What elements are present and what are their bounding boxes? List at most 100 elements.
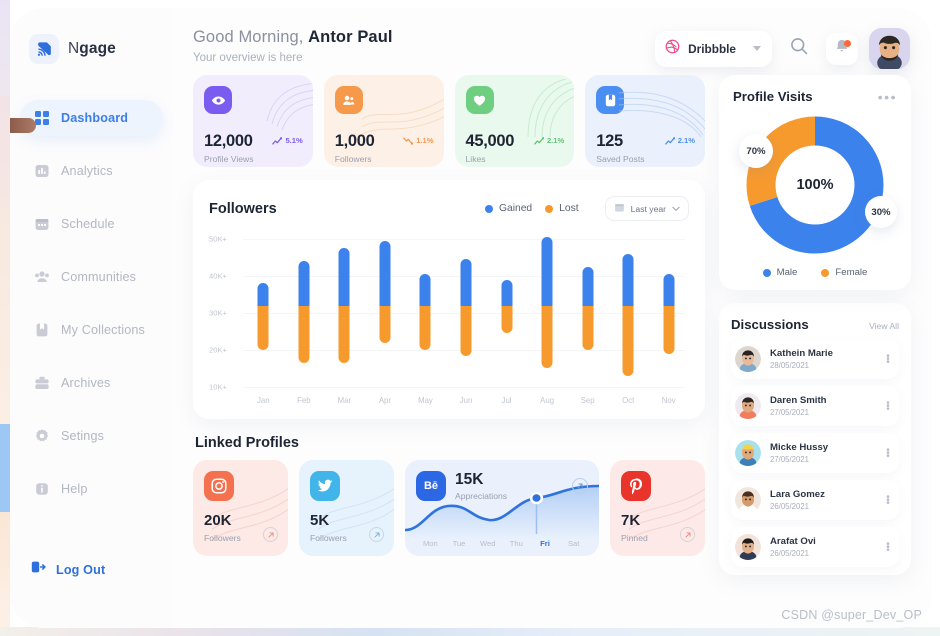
linked-profile-card-pinterest[interactable]: 7K Pinned [610, 460, 705, 556]
stat-card-followers[interactable]: 1,000 Followers 1.1% [323, 75, 444, 167]
chart-bar-gained [541, 237, 553, 306]
legend-item-female: Female [821, 267, 867, 278]
top-bar-actions: Dribbble [655, 28, 910, 69]
sidebar-item-communities[interactable]: Communities [20, 259, 163, 295]
list-item[interactable]: Arafat Ovi 26/05/2021 • • • [731, 527, 899, 567]
linked-profile-label: Followers [204, 533, 241, 543]
chart-bar[interactable] [419, 274, 431, 350]
more-vertical-icon[interactable]: • • • [883, 492, 893, 508]
chart-bar[interactable] [338, 248, 350, 363]
page-edge-blue [0, 424, 10, 512]
avatar[interactable] [869, 28, 910, 69]
linked-profiles-row: 20K Followers 5K Followers Bē 15K Apprec… [193, 460, 705, 556]
chart-bar[interactable] [541, 237, 553, 369]
brand-selector-dropdown[interactable]: Dribbble [655, 30, 772, 67]
chart-bar[interactable] [460, 259, 472, 356]
chart-bar-gained [338, 248, 350, 306]
list-item-text: Arafat Ovi 26/05/2021 [770, 536, 816, 558]
info-icon [34, 481, 50, 497]
more-vertical-icon[interactable]: • • • [883, 539, 893, 555]
sidebar-item-schedule[interactable]: Schedule [20, 206, 163, 242]
chart-bar[interactable] [622, 253, 634, 376]
discussion-person-name: Daren Smith [770, 395, 827, 406]
greeting-block: Good Morning, Antor Paul Your overview i… [193, 28, 393, 64]
stat-delta: 2.1% [534, 136, 564, 145]
discussion-person-name: Kathein Marie [770, 348, 833, 359]
open-arrow-icon[interactable] [680, 527, 695, 542]
sidebar-item-label: Analytics [61, 164, 113, 178]
legend-label: Lost [559, 203, 579, 214]
chart-bar-lost [582, 305, 594, 350]
list-item[interactable]: Micke Hussy 27/05/2021 • • • [731, 433, 899, 473]
discussion-person-name: Arafat Ovi [770, 536, 816, 547]
stat-label: Likes [465, 154, 486, 164]
linked-profile-card-instagram[interactable]: 20K Followers [193, 460, 288, 556]
chart-title: Followers [209, 200, 277, 217]
x-tick-label: Apr [378, 396, 391, 405]
more-vertical-icon[interactable]: • • • [883, 351, 893, 367]
chevron-down-icon [753, 46, 761, 51]
sidebar-item-dashboard[interactable]: Dashboard [20, 100, 163, 136]
sidebar-item-archives[interactable]: Archives [20, 365, 163, 401]
linked-profile-card-twitter[interactable]: 5K Followers [299, 460, 394, 556]
chart-bar[interactable] [257, 283, 269, 350]
search-button[interactable] [783, 33, 815, 65]
open-arrow-icon[interactable] [572, 478, 588, 494]
list-item[interactable]: Daren Smith 27/05/2021 • • • [731, 386, 899, 426]
chart-bar[interactable] [582, 266, 594, 350]
more-vertical-icon[interactable]: • • • [883, 398, 893, 414]
chart-bar-lost [460, 305, 472, 356]
chart-bar-lost [419, 305, 431, 350]
view-all-link[interactable]: View All [869, 321, 899, 331]
y-tick-label: 30K+ [209, 308, 227, 318]
right-column: Profile Visits ••• 100% 70% 30% Male Fem… [719, 75, 911, 575]
followers-chart-card: Followers Gained Lost Last year 50K+ 40K… [193, 180, 705, 419]
chart-bar-column [486, 235, 527, 387]
notifications-button[interactable] [826, 32, 858, 65]
open-arrow-icon[interactable] [263, 527, 278, 542]
linked-profile-card-behance[interactable]: Bē 15K Appreciations Mon Tue Wed Thu Fri… [405, 460, 599, 556]
sidebar-item-label: Setings [61, 429, 105, 443]
sidebar-item-settings[interactable]: Setings [20, 418, 163, 454]
chart-bar[interactable] [663, 274, 675, 354]
mouse-cursor-pointer [10, 118, 36, 133]
trend-down-icon [403, 136, 414, 145]
sidebar-item-my-collections[interactable]: My Collections [20, 312, 163, 348]
logout-button[interactable]: Log Out [30, 559, 105, 580]
more-horizontal-icon[interactable]: ••• [878, 90, 897, 104]
grid-icon [34, 110, 50, 126]
date-range-dropdown[interactable]: Last year [604, 196, 689, 221]
discussions-list: Kathein Marie 28/05/2021 • • • Daren Smith 27/… [731, 339, 899, 567]
page-bottom-strip [0, 627, 940, 636]
stat-card-likes[interactable]: 45,000 Likes 2.1% [454, 75, 575, 167]
chart-bar[interactable] [298, 261, 310, 363]
behance-day-axis: Mon Tue Wed Thu Fri Sat [416, 539, 588, 548]
list-item[interactable]: Lara Gomez 26/05/2021 • • • [731, 480, 899, 520]
chart-bar[interactable] [379, 240, 391, 343]
chart-bar-column [527, 235, 568, 387]
stat-label: Saved Posts [596, 154, 645, 164]
notification-badge [843, 40, 851, 47]
legend-swatch [821, 268, 830, 277]
discussion-date: 27/05/2021 [770, 408, 810, 417]
chart-bar[interactable] [501, 279, 513, 334]
greeting-user-name: Antor Paul [308, 28, 393, 46]
legend-item-gained: Gained [484, 203, 532, 214]
sidebar-item-help[interactable]: Help [20, 471, 163, 507]
chart-bar-column [648, 235, 689, 387]
linked-profile-label: Followers [310, 533, 347, 543]
brand-logo-block[interactable]: Ngage [10, 8, 173, 64]
x-tick-label: Jan [256, 396, 270, 405]
stat-card-saved-posts[interactable]: 125 Saved Posts 2.1% [585, 75, 705, 167]
chart-bar-column [446, 235, 487, 387]
chart-bar-gained [379, 240, 391, 306]
y-tick-label: 20K+ [209, 345, 227, 355]
donut-legend: Male Female [733, 267, 897, 278]
list-item[interactable]: Kathein Marie 28/05/2021 • • • [731, 339, 899, 379]
chevron-down-icon [672, 206, 680, 211]
stat-card-profile-views[interactable]: 12,000 Profile Views 5.1% [193, 75, 313, 167]
more-vertical-icon[interactable]: • • • [883, 445, 893, 461]
chart-header: Followers Gained Lost Last year [209, 196, 689, 221]
sidebar-item-analytics[interactable]: Analytics [20, 153, 163, 189]
open-arrow-icon[interactable] [369, 527, 384, 542]
